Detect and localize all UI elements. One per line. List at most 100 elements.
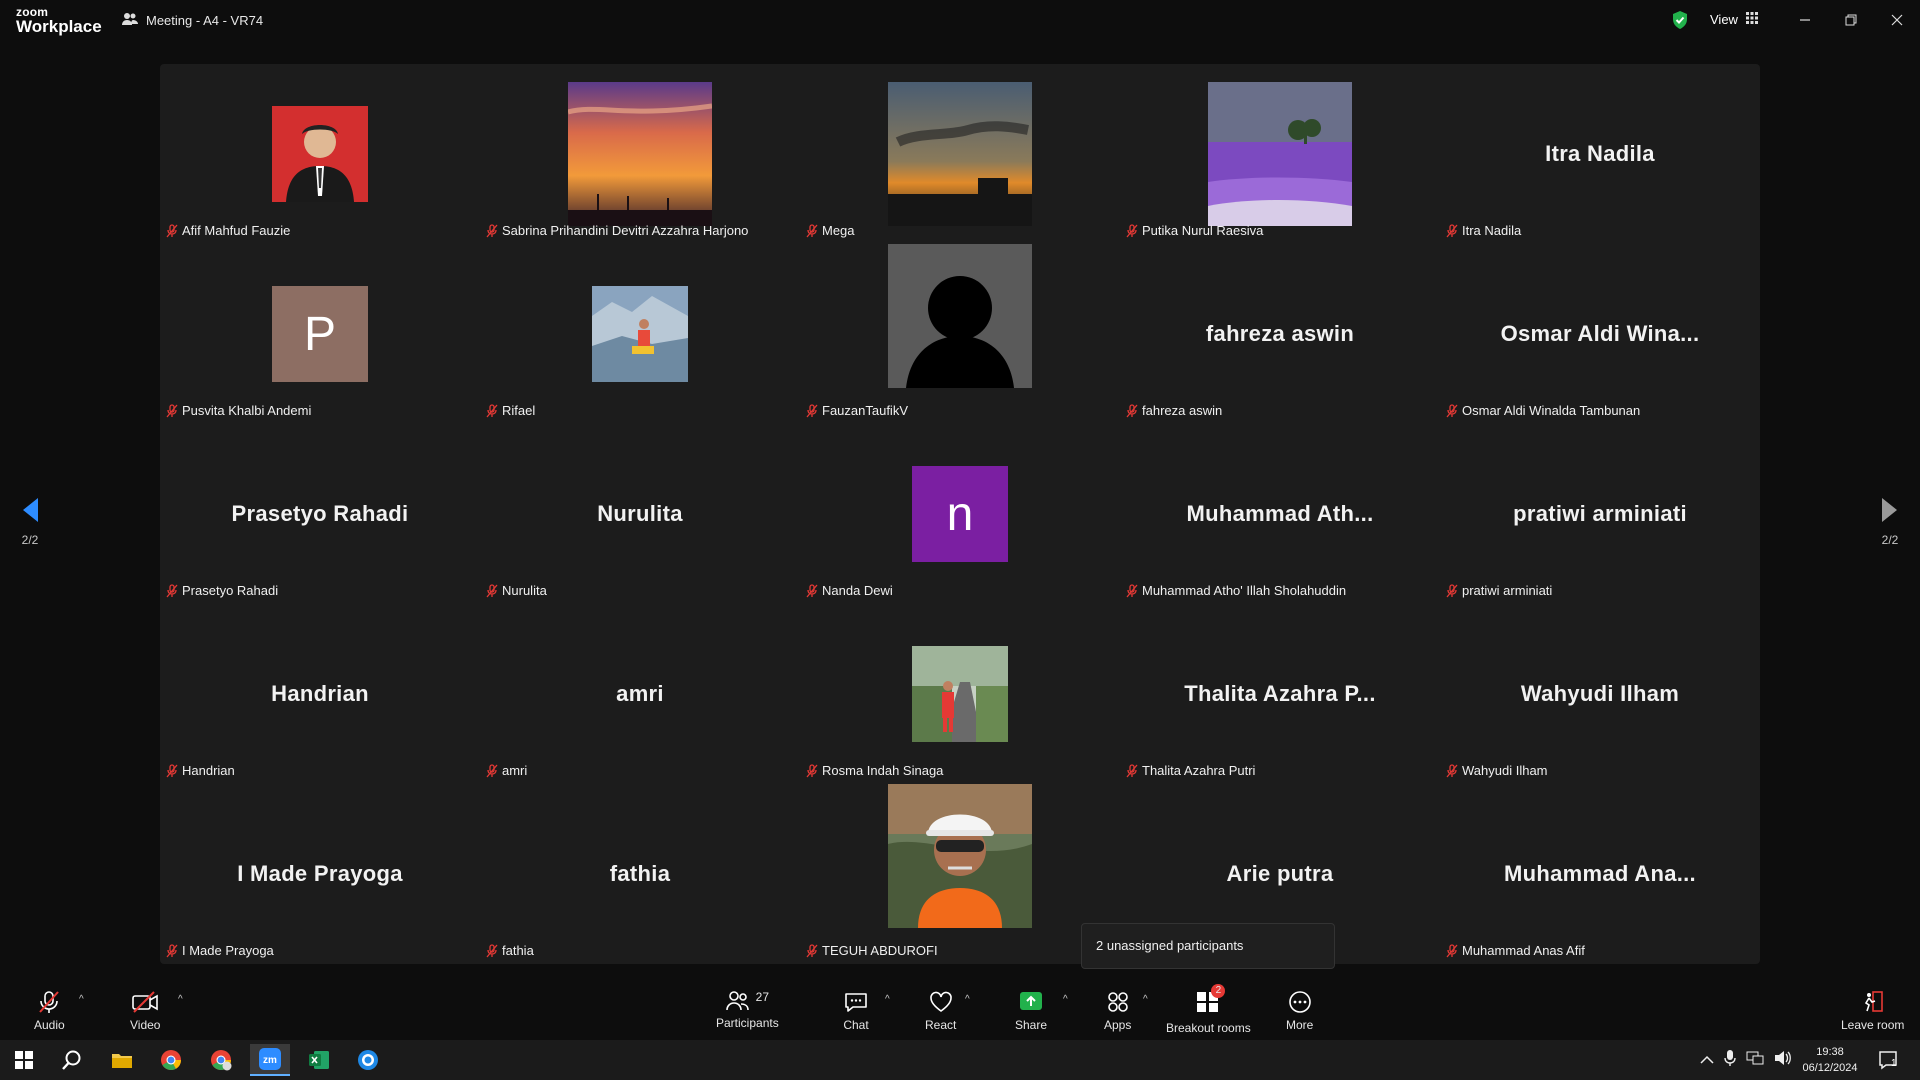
- tray-volume-icon[interactable]: [1774, 1050, 1792, 1071]
- audio-options-chevron-icon[interactable]: ^: [79, 994, 84, 1005]
- chat-options-chevron-icon[interactable]: ^: [885, 994, 890, 1005]
- minimize-button[interactable]: [1790, 8, 1820, 32]
- zoom-taskbar-button[interactable]: zm: [250, 1044, 290, 1076]
- participant-tile[interactable]: Mega: [800, 64, 1120, 244]
- search-icon: [62, 1050, 81, 1070]
- participant-tile[interactable]: pratiwi arminiati pratiwi arminiati: [1440, 424, 1760, 604]
- minimize-icon: [1800, 19, 1810, 21]
- heart-react-icon: [929, 991, 952, 1012]
- participant-big-name: fahreza aswin: [1205, 321, 1355, 346]
- screen-recorder-button[interactable]: [348, 1044, 388, 1076]
- participant-name-label: fahreza aswin: [1126, 403, 1222, 418]
- participant-photo: [272, 106, 368, 202]
- participant-tile[interactable]: TEGUH ABDUROFI: [800, 784, 1120, 964]
- encryption-shield-icon[interactable]: [1671, 10, 1689, 35]
- breakout-rooms-button[interactable]: 2 Breakout rooms: [1166, 984, 1251, 1035]
- apps-options-chevron-icon[interactable]: ^: [1143, 994, 1148, 1005]
- excel-button[interactable]: [299, 1044, 339, 1076]
- mic-muted-icon: [486, 403, 498, 418]
- participant-tile[interactable]: Osmar Aldi Wina... Osmar Aldi Winalda Tam…: [1440, 244, 1760, 424]
- participant-tile[interactable]: Prasetyo Rahadi Prasetyo Rahadi: [160, 424, 480, 604]
- react-options-chevron-icon[interactable]: ^: [965, 994, 970, 1005]
- previous-page-button[interactable]: 2/2: [10, 496, 50, 547]
- unassigned-participants-popup[interactable]: 2 unassigned participants: [1081, 923, 1335, 969]
- leave-room-button[interactable]: Leave room: [1841, 990, 1904, 1032]
- participant-tile[interactable]: Itra Nadila Itra Nadila: [1440, 64, 1760, 244]
- apps-icon: [1107, 992, 1128, 1012]
- participant-name-label: Afif Mahfud Fauzie: [166, 223, 290, 238]
- mic-muted-icon: [486, 223, 498, 238]
- taskbar-search-button[interactable]: [52, 1044, 92, 1076]
- participant-tile[interactable]: Rifael: [480, 244, 800, 424]
- participant-tile[interactable]: fahreza aswin fahreza aswin: [1120, 244, 1440, 424]
- participant-name: Osmar Aldi Winalda Tambunan: [1462, 403, 1641, 418]
- participant-tile[interactable]: Muhammad Ath... Muhammad Atho' Illah Shol…: [1120, 424, 1440, 604]
- participant-name-label: Pusvita Khalbi Andemi: [166, 403, 311, 418]
- restore-button[interactable]: [1836, 8, 1866, 32]
- tray-microphone-icon[interactable]: [1724, 1049, 1736, 1072]
- more-button[interactable]: More: [1286, 990, 1313, 1032]
- chrome-profile-button[interactable]: [201, 1044, 241, 1076]
- participant-big-name: Handrian: [271, 681, 369, 706]
- mic-muted-icon: [806, 223, 818, 238]
- restore-icon: [1845, 14, 1857, 26]
- close-window-button[interactable]: [1882, 8, 1912, 32]
- title-bar: zoom Workplace Meeting - A4 - VR74 View: [0, 0, 1920, 42]
- participant-photo: [888, 784, 1032, 928]
- participant-big-name: Thalita Azahra P...: [1184, 681, 1376, 706]
- chat-button[interactable]: Chat: [843, 990, 869, 1032]
- chrome-button[interactable]: [151, 1044, 191, 1076]
- participant-tile[interactable]: fathia fathia: [480, 784, 800, 964]
- participant-name: Nanda Dewi: [822, 583, 893, 598]
- participant-tile[interactable]: Wahyudi Ilham Wahyudi Ilham: [1440, 604, 1760, 784]
- participant-name: Rifael: [502, 403, 536, 418]
- mic-muted-icon: [166, 763, 178, 778]
- audio-button[interactable]: Audio: [34, 990, 65, 1032]
- participant-tile[interactable]: Sabrina Prihandini Devitri Azzahra Harjo…: [480, 64, 800, 244]
- react-button[interactable]: React: [925, 990, 956, 1032]
- participants-count: 27: [755, 990, 770, 1004]
- participant-name: Putika Nurul Raesiva: [1142, 223, 1264, 238]
- tray-chevron-up-icon[interactable]: [1700, 1051, 1714, 1069]
- video-options-chevron-icon[interactable]: ^: [178, 994, 183, 1005]
- participant-name-label: Sabrina Prihandini Devitri Azzahra Harjo…: [486, 223, 748, 238]
- file-explorer-button[interactable]: [102, 1044, 142, 1076]
- participant-tile[interactable]: Afif Mahfud Fauzie: [160, 64, 480, 244]
- participant-tile[interactable]: P Pusvita Khalbi Andemi: [160, 244, 480, 424]
- participant-tile[interactable]: amri amri: [480, 604, 800, 784]
- participant-big-name: fathia: [609, 861, 671, 886]
- next-page-button[interactable]: 2/2: [1870, 496, 1910, 547]
- participant-name: Afif Mahfud Fauzie: [182, 223, 291, 238]
- tray-network-icon[interactable]: [1746, 1050, 1764, 1071]
- participant-tile[interactable]: I Made Prayoga I Made Prayoga: [160, 784, 480, 964]
- participant-tile[interactable]: Muhammad Ana... Muhammad Anas Afif: [1440, 784, 1760, 964]
- apps-button[interactable]: Apps: [1104, 990, 1131, 1032]
- mic-muted-icon: [486, 583, 498, 598]
- windows-start-button[interactable]: [4, 1044, 44, 1076]
- mic-muted-icon: [806, 763, 818, 778]
- share-options-chevron-icon[interactable]: ^: [1063, 994, 1068, 1005]
- mic-muted-icon: [1446, 223, 1458, 238]
- participant-tile[interactable]: Putika Nurul Raesiva: [1120, 64, 1440, 244]
- participant-tile[interactable]: Rosma Indah Sinaga: [800, 604, 1120, 784]
- participant-tile[interactable]: Thalita Azahra P... Thalita Azahra Putri: [1120, 604, 1440, 784]
- share-button[interactable]: Share: [1015, 990, 1047, 1032]
- participant-name: Itra Nadila: [1462, 223, 1522, 238]
- participant-tile[interactable]: Handrian Handrian: [160, 604, 480, 784]
- notification-center-button[interactable]: 1: [1869, 1044, 1909, 1076]
- participant-name-label: Rifael: [486, 403, 535, 418]
- participant-tile[interactable]: Nurulita Nurulita: [480, 424, 800, 604]
- participant-tile[interactable]: FauzanTaufikV: [800, 244, 1120, 424]
- participant-big-name: amri: [616, 681, 664, 706]
- taskbar-clock[interactable]: 19:38 06/12/2024: [1795, 1044, 1865, 1076]
- video-button[interactable]: Video: [130, 990, 160, 1032]
- meeting-title[interactable]: Meeting - A4 - VR74: [122, 12, 263, 29]
- more-label: More: [1286, 1018, 1314, 1032]
- participant-initial-avatar: n: [912, 466, 1008, 562]
- participant-photo: [912, 646, 1008, 742]
- participant-tile[interactable]: n Nanda Dewi: [800, 424, 1120, 604]
- mic-muted-icon: [486, 943, 498, 958]
- participants-button[interactable]: 27 Participants: [716, 990, 779, 1030]
- svg-text:zm: zm: [263, 1055, 277, 1066]
- view-button[interactable]: View: [1710, 12, 1758, 27]
